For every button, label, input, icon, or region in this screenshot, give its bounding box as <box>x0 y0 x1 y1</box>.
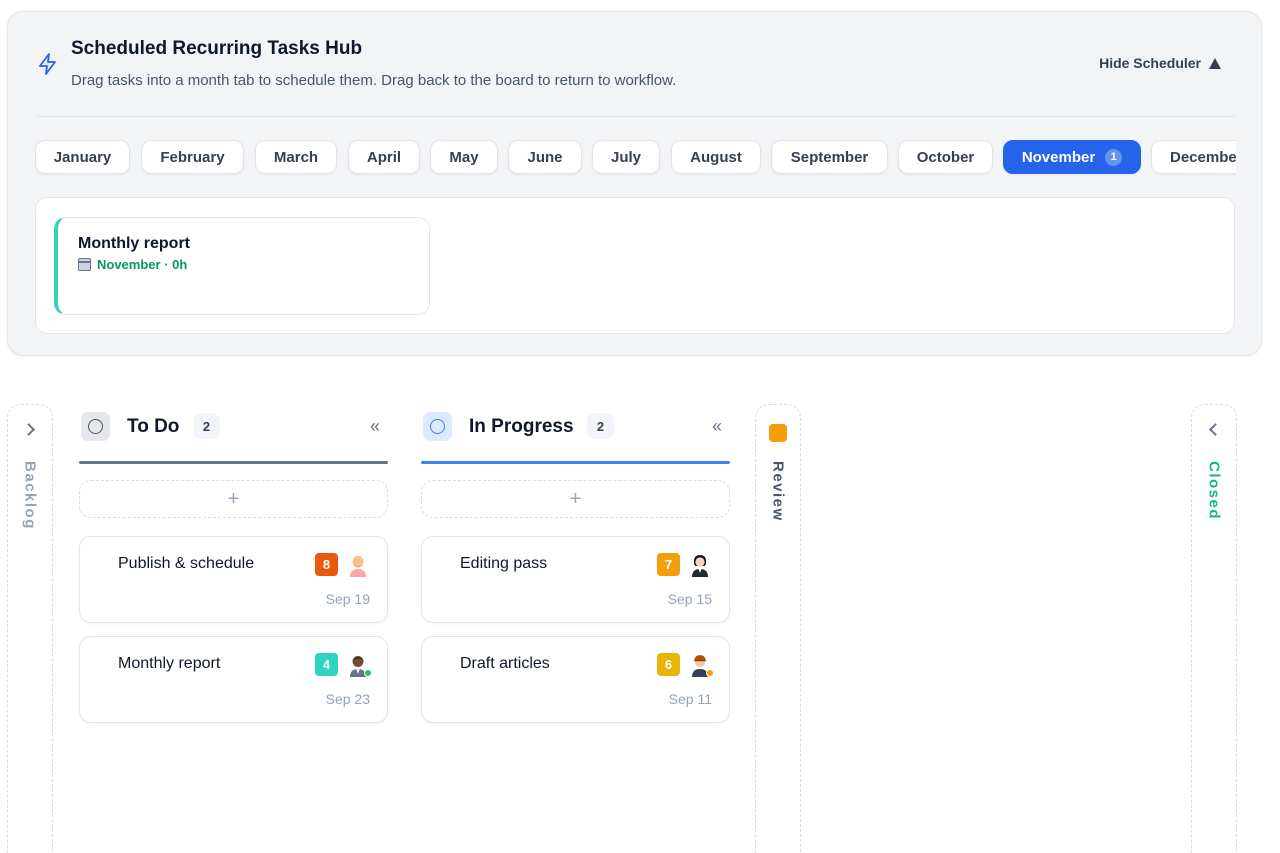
column-closed-label: Closed <box>1205 461 1223 521</box>
hide-scheduler-label: Hide Scheduler <box>1099 55 1201 71</box>
column-title: To Do <box>127 416 180 437</box>
tab-label: August <box>690 148 742 166</box>
chevron-right-icon[interactable] <box>22 423 36 436</box>
due-date: Sep 19 <box>325 591 370 607</box>
collapse-left-icon[interactable]: « <box>712 416 722 437</box>
priority-badge: 7 <box>657 553 680 576</box>
tab-september[interactable]: September <box>771 140 888 174</box>
chevron-left-icon[interactable] <box>1208 423 1222 436</box>
column-header: In Progress 2 « <box>421 410 730 442</box>
tab-may[interactable]: May <box>430 140 498 174</box>
avatar-woman[interactable] <box>687 551 713 577</box>
tab-label: September <box>790 148 869 166</box>
column-count: 2 <box>193 413 220 439</box>
tab-april[interactable]: April <box>348 140 420 174</box>
tab-august[interactable]: August <box>671 140 761 174</box>
due-date: Sep 15 <box>667 591 712 607</box>
column-backlog-label: Backlog <box>21 461 39 530</box>
due-date: Sep 23 <box>325 691 370 707</box>
priority-badge: 8 <box>315 553 338 576</box>
away-status-dot <box>706 669 714 677</box>
tab-label: May <box>449 148 479 166</box>
task-name: Draft articles <box>460 655 550 672</box>
divider <box>36 116 1235 117</box>
tab-january[interactable]: January <box>35 140 130 174</box>
online-status-dot <box>364 669 372 677</box>
add-task-button[interactable]: + <box>79 480 388 518</box>
tab-label: June <box>527 148 563 166</box>
avatar-dark-man[interactable] <box>345 651 372 677</box>
scheduled-task-card[interactable]: Monthly report November · 0h <box>54 217 430 315</box>
column-in-progress: In Progress 2 « + Editing pass 7 Sep 15 … <box>421 410 730 723</box>
scheduler-subtitle: Drag tasks into a month tab to schedule … <box>71 72 677 89</box>
column-todo: To Do 2 « + Publish & schedule 8 Sep 19 … <box>79 410 388 723</box>
tab-june[interactable]: June <box>508 140 582 174</box>
priority-badge: 4 <box>315 653 338 676</box>
scheduler-panel: Scheduled Recurring Tasks Hub Drag tasks… <box>7 11 1262 356</box>
scheduled-task-meta-text: November · 0h <box>97 257 188 272</box>
tab-count-badge: 1 <box>1105 148 1123 166</box>
priority-badge: 6 <box>657 653 680 676</box>
tab-label: December <box>1170 148 1236 166</box>
column-review-collapsed[interactable]: Review <box>755 404 801 853</box>
month-drop-area[interactable]: Monthly report November · 0h <box>35 197 1235 334</box>
tab-february[interactable]: February <box>141 140 244 174</box>
column-closed-collapsed[interactable]: Closed <box>1191 404 1237 853</box>
tab-october[interactable]: October <box>898 140 993 174</box>
tab-march[interactable]: March <box>255 140 337 174</box>
column-review-label: Review <box>769 461 787 522</box>
lightning-icon <box>39 53 56 75</box>
tab-label: October <box>916 148 975 166</box>
tab-label: November <box>1021 148 1096 166</box>
column-backlog-collapsed[interactable]: Backlog <box>7 404 53 853</box>
tab-label: July <box>610 148 641 166</box>
task-name: Editing pass <box>460 555 548 572</box>
task-name: Publish & schedule <box>118 555 255 572</box>
task-name: Monthly report <box>118 655 221 672</box>
due-date: Sep 11 <box>668 691 712 707</box>
task-card[interactable]: Draft articles 6 Sep 11 <box>421 636 730 723</box>
scheduler-title: Scheduled Recurring Tasks Hub <box>71 38 363 59</box>
scheduled-task-meta: November · 0h <box>78 257 187 272</box>
column-accent-bar <box>421 461 730 464</box>
month-tabs: January February March April May June Ju… <box>35 140 1236 176</box>
column-title: In Progress <box>469 416 574 437</box>
tab-label: January <box>53 148 112 166</box>
column-accent-bar <box>79 461 388 464</box>
in-progress-status-icon <box>423 412 452 441</box>
column-header: To Do 2 « <box>79 410 388 442</box>
caret-up-icon <box>1209 57 1221 69</box>
scheduled-task-name: Monthly report <box>78 235 190 252</box>
task-card[interactable]: Publish & schedule 8 Sep 19 <box>79 536 388 623</box>
tab-july[interactable]: July <box>592 140 660 174</box>
tab-label: April <box>366 148 402 166</box>
calendar-icon <box>78 258 91 271</box>
tab-november[interactable]: November 1 <box>1003 140 1141 174</box>
add-task-button[interactable]: + <box>421 480 730 518</box>
todo-status-icon <box>81 412 110 441</box>
hide-scheduler-button[interactable]: Hide Scheduler <box>1099 55 1221 71</box>
tab-label: February <box>160 148 225 166</box>
collapse-left-icon[interactable]: « <box>370 416 380 437</box>
review-status-icon <box>769 424 787 442</box>
tab-december[interactable]: December <box>1151 140 1236 174</box>
task-card[interactable]: Monthly report 4 Sep 23 <box>79 636 388 723</box>
tab-label: March <box>273 148 319 166</box>
task-card[interactable]: Editing pass 7 Sep 15 <box>421 536 730 623</box>
avatar-bald-man[interactable] <box>345 551 371 577</box>
column-count: 2 <box>587 413 614 439</box>
avatar-cap-man[interactable] <box>687 651 714 677</box>
